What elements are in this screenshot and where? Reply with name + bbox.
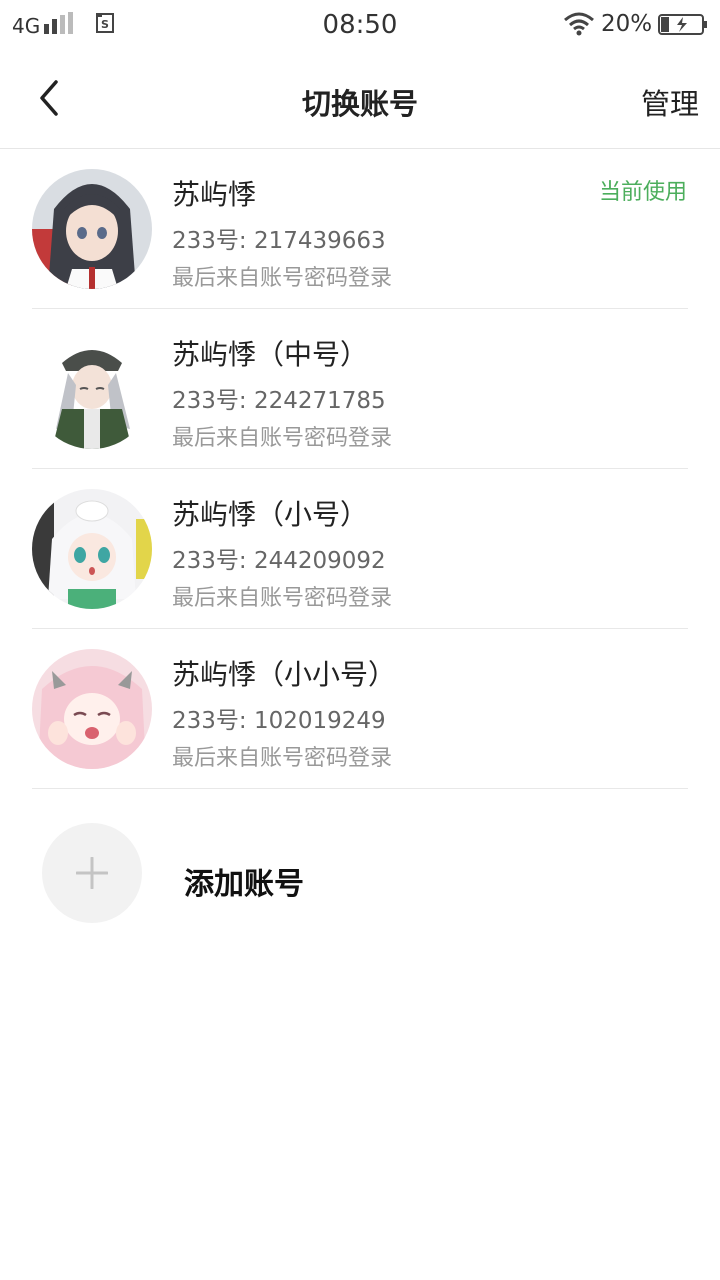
account-list: 苏屿悸 233号: 217439663 最后来自账号密码登录 当前使用 苏屿悸（… xyxy=(0,149,720,789)
add-account-circle xyxy=(42,823,142,923)
avatar xyxy=(32,329,152,449)
avatar xyxy=(32,489,152,609)
avatar xyxy=(32,649,152,769)
account-name: 苏屿悸（小号） xyxy=(172,498,369,531)
divider xyxy=(32,788,688,789)
account-item[interactable]: 苏屿悸（小号） 233号: 244209092 最后来自账号密码登录 xyxy=(0,469,720,629)
add-account-label: 添加账号 xyxy=(184,867,304,902)
avatar xyxy=(32,169,152,289)
account-item[interactable]: 苏屿悸（中号） 233号: 224271785 最后来自账号密码登录 xyxy=(0,309,720,469)
account-name: 苏屿悸 xyxy=(172,178,257,211)
last-login-method: 最后来自账号密码登录 xyxy=(172,586,393,611)
wifi-icon xyxy=(564,12,594,36)
status-bar: 4G S 08:50 20% xyxy=(0,0,720,52)
account-name: 苏屿悸（小小号） xyxy=(172,658,397,691)
battery-percent: 20% xyxy=(601,11,653,37)
account-id: 233号: 102019249 xyxy=(172,708,386,734)
last-login-method: 最后来自账号密码登录 xyxy=(172,746,393,771)
last-login-method: 最后来自账号密码登录 xyxy=(172,426,393,451)
account-id: 233号: 217439663 xyxy=(172,228,386,254)
account-item[interactable]: 苏屿悸 233号: 217439663 最后来自账号密码登录 当前使用 xyxy=(0,149,720,309)
account-name: 苏屿悸（中号） xyxy=(172,338,369,371)
account-id: 233号: 224271785 xyxy=(172,388,386,414)
account-id: 233号: 244209092 xyxy=(172,548,386,574)
last-login-method: 最后来自账号密码登录 xyxy=(172,266,393,291)
manage-button[interactable]: 管理 xyxy=(641,81,699,123)
battery-charging-icon xyxy=(658,14,707,35)
account-item[interactable]: 苏屿悸（小小号） 233号: 102019249 最后来自账号密码登录 xyxy=(0,629,720,789)
page-title: 切换账号 xyxy=(301,87,418,121)
current-account-badge: 当前使用 xyxy=(598,180,687,205)
add-account-button[interactable]: 添加账号 xyxy=(0,813,720,933)
nav-bar: 切换账号 管理 xyxy=(0,52,720,149)
plus-icon xyxy=(76,857,108,889)
